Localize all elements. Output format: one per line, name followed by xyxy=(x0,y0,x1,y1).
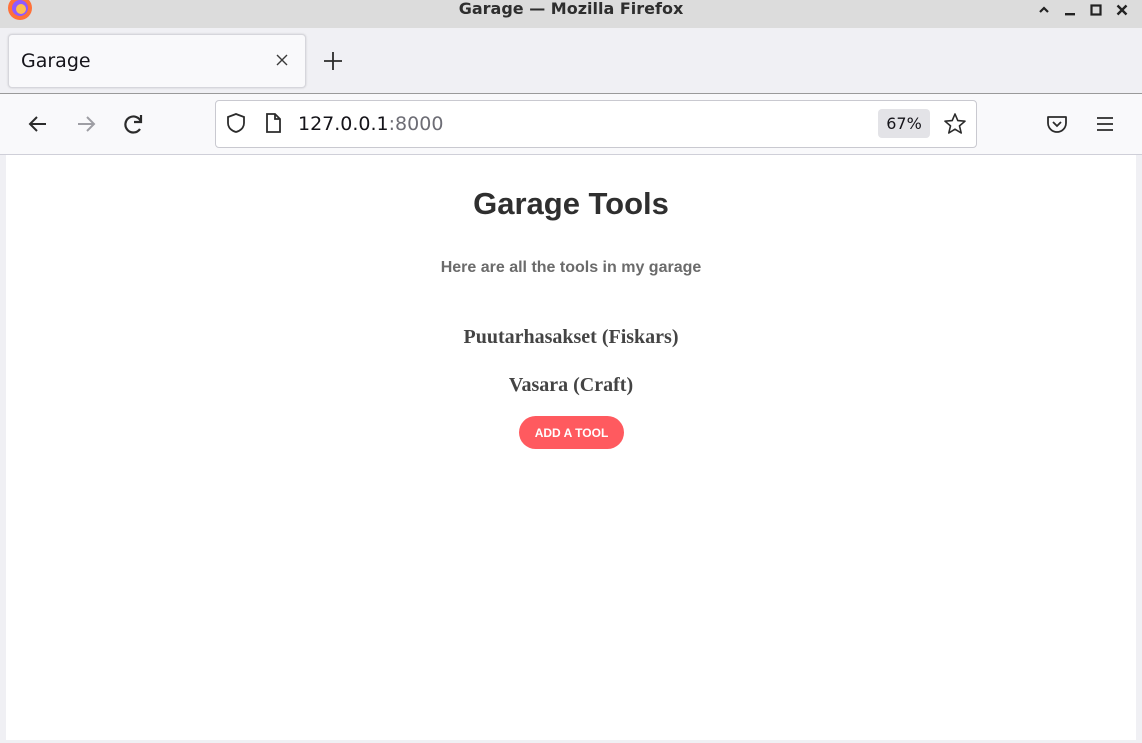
window-title: Garage — Mozilla Firefox xyxy=(458,0,684,18)
close-icon xyxy=(1116,4,1128,16)
title-bar: Garage — Mozilla Firefox xyxy=(0,0,1142,28)
url-port: :8000 xyxy=(388,113,444,135)
maximize-icon xyxy=(1090,4,1102,16)
tab-garage[interactable]: Garage xyxy=(8,34,306,88)
navigation-bar: 127.0.0.1:8000 67% xyxy=(0,94,1142,155)
url-text[interactable]: 127.0.0.1:8000 xyxy=(298,113,443,135)
window-close-button[interactable] xyxy=(1112,0,1132,20)
tool-list: Puutarhasakset (Fiskars) Vasara (Craft) xyxy=(6,323,1136,419)
window-controls xyxy=(1034,0,1132,20)
chevron-up-icon xyxy=(1039,6,1049,13)
forward-arrow-icon[interactable] xyxy=(72,110,100,138)
minimize-icon xyxy=(1065,13,1075,16)
reload-icon[interactable] xyxy=(120,110,148,138)
browser-window: Garage — Mozilla Firefox Garage 127.0.0.… xyxy=(0,0,1142,743)
page-subtitle: Here are all the tools in my garage xyxy=(440,259,702,276)
hamburger-menu-icon[interactable] xyxy=(1091,110,1119,138)
page-icon[interactable] xyxy=(262,111,284,135)
new-tab-plus-icon[interactable] xyxy=(320,48,346,74)
tab-close-icon[interactable] xyxy=(271,49,293,71)
url-bar[interactable]: 127.0.0.1:8000 67% xyxy=(215,100,977,148)
pocket-icon[interactable] xyxy=(1043,110,1071,138)
page-title: Garage Tools xyxy=(473,186,669,221)
bookmark-star-icon[interactable] xyxy=(942,111,968,137)
window-frame-right xyxy=(1136,155,1142,743)
url-host: 127.0.0.1 xyxy=(298,113,389,135)
zoom-level-button[interactable]: 67% xyxy=(878,109,930,138)
tab-label: Garage xyxy=(21,50,91,72)
page-content: Garage Tools Here are all the tools in m… xyxy=(6,155,1136,740)
back-arrow-icon[interactable] xyxy=(24,110,52,138)
window-maximize-button[interactable] xyxy=(1086,0,1106,20)
add-tool-button[interactable]: ADD A TOOL xyxy=(519,416,624,449)
shield-icon[interactable] xyxy=(224,111,248,135)
tab-strip: Garage xyxy=(0,28,1142,94)
window-minimize-button[interactable] xyxy=(1060,0,1080,20)
window-shade-button[interactable] xyxy=(1034,0,1054,20)
tool-item: Vasara (Craft) xyxy=(508,374,634,396)
tool-item: Puutarhasakset (Fiskars) xyxy=(463,326,679,348)
